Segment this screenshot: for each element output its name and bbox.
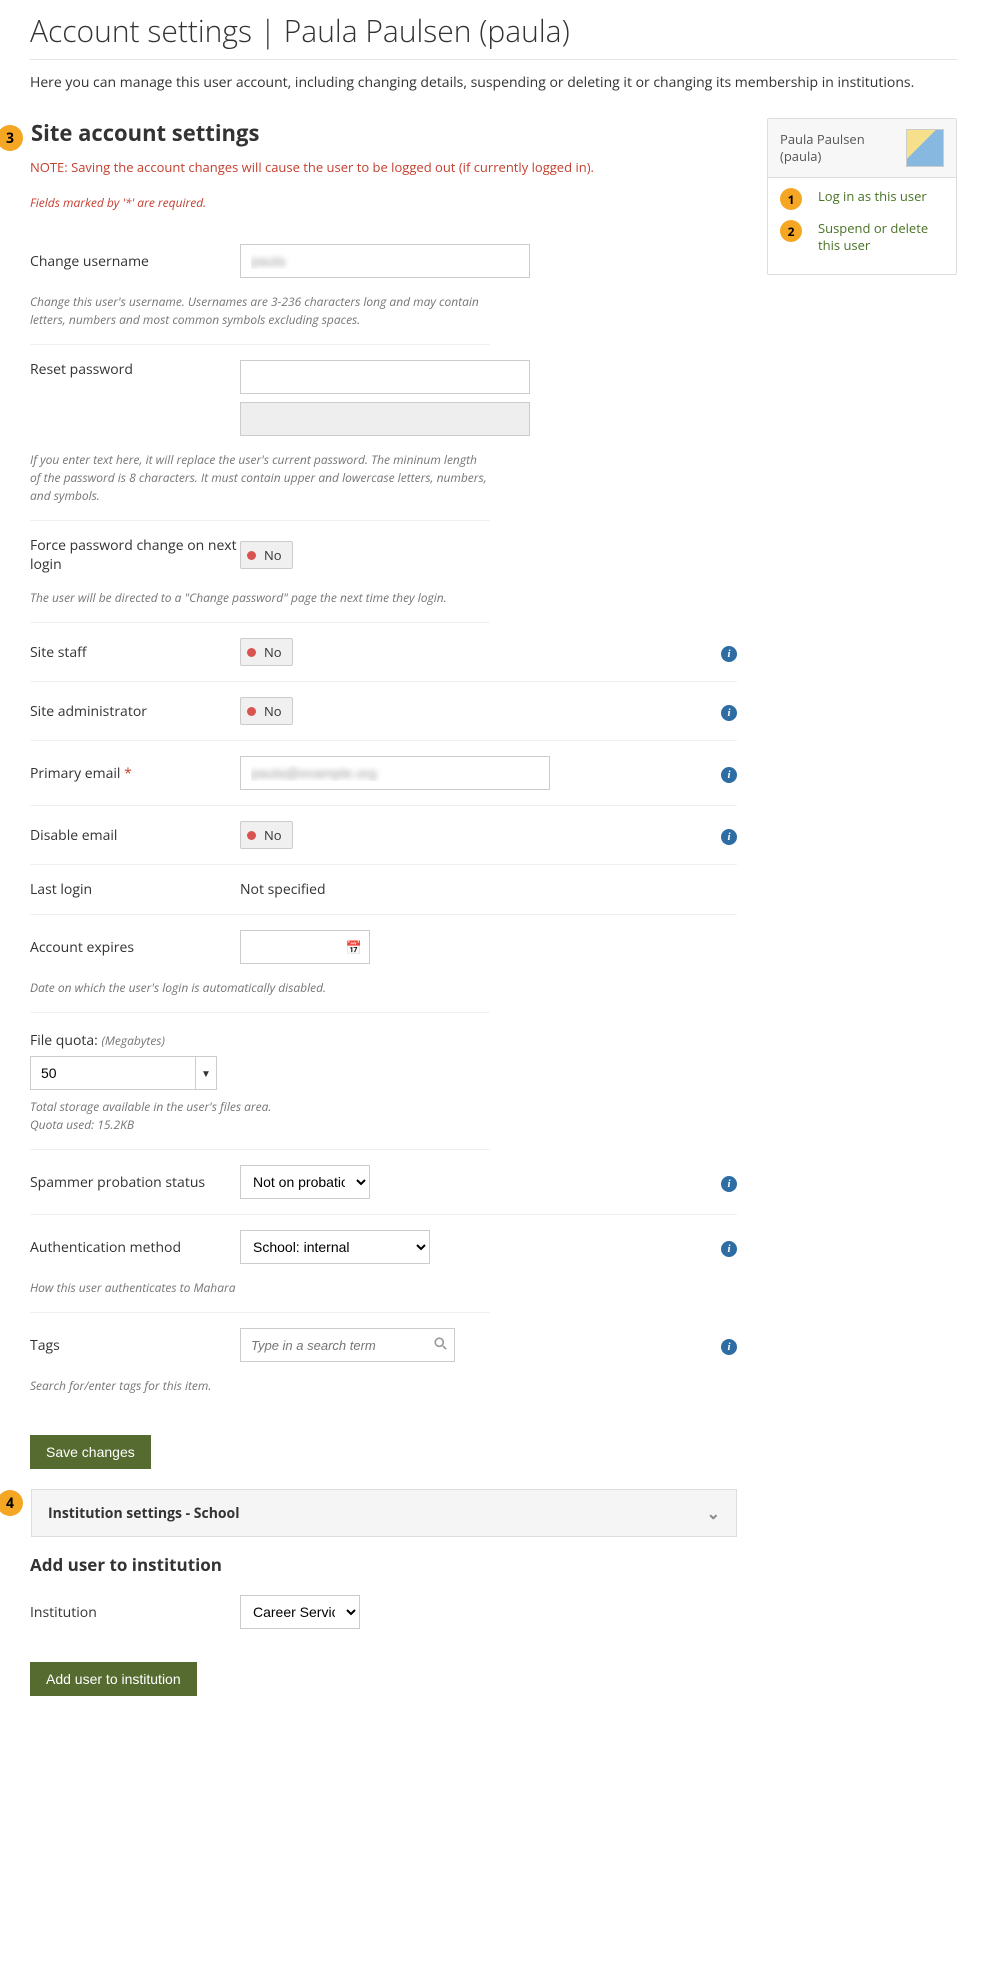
callout-1: 1: [780, 188, 802, 210]
disable-email-label: Disable email: [30, 826, 240, 845]
calendar-icon[interactable]: 📅: [346, 938, 362, 956]
forcepw-label: Force password change on next login: [30, 536, 240, 574]
disable-email-toggle[interactable]: No: [240, 821, 293, 849]
quota-unit: (Megabytes): [101, 1032, 164, 1049]
tags-input[interactable]: [240, 1328, 455, 1362]
username-input[interactable]: [240, 244, 530, 278]
info-icon[interactable]: i: [721, 1176, 737, 1192]
email-label: Primary email *: [30, 764, 240, 783]
tags-help: Search for/enter tags for this item.: [30, 1377, 490, 1410]
search-icon: [434, 1336, 447, 1354]
lastlogin-value: Not specified: [240, 880, 326, 899]
quota-label: File quota:: [30, 1031, 98, 1050]
quota-input[interactable]: [30, 1056, 195, 1090]
info-icon[interactable]: i: [721, 829, 737, 845]
authmethod-help: How this user authenticates to Mahara: [30, 1279, 490, 1313]
info-icon[interactable]: i: [721, 705, 737, 721]
institution-panel-title: Institution settings - School: [48, 1504, 240, 1523]
quota-dropdown[interactable]: ▼: [195, 1056, 217, 1090]
callout-3: 3: [0, 125, 23, 151]
user-card: Paula Paulsen (paula) 1 Log in as this u…: [767, 118, 957, 275]
resetpw-help: If you enter text here, it will replace …: [30, 451, 490, 521]
resetpw-label: Reset password: [30, 360, 240, 379]
info-icon[interactable]: i: [721, 646, 737, 662]
logout-note: NOTE: Saving the account changes will ca…: [30, 158, 737, 176]
forcepw-toggle[interactable]: No: [240, 541, 293, 569]
section-heading: Site account settings: [31, 118, 259, 148]
avatar: [906, 129, 944, 167]
staff-toggle[interactable]: No: [240, 638, 293, 666]
authmethod-select[interactable]: School: internal: [240, 1230, 430, 1264]
username-label: Change username: [30, 252, 240, 271]
resetpw-confirm-input[interactable]: [240, 402, 530, 436]
institution-panel-header[interactable]: Institution settings - School ⌄: [31, 1489, 737, 1537]
info-icon[interactable]: i: [721, 1339, 737, 1355]
staff-label: Site staff: [30, 643, 240, 662]
login-as-link[interactable]: Log in as this user: [818, 188, 927, 205]
quota-help: Total storage available in the user's fi…: [30, 1098, 490, 1150]
institution-select[interactable]: Career Service: [240, 1595, 360, 1629]
authmethod-label: Authentication method: [30, 1238, 240, 1257]
expires-help: Date on which the user's login is automa…: [30, 979, 490, 1013]
resetpw-input[interactable]: [240, 360, 530, 394]
info-icon[interactable]: i: [721, 767, 737, 783]
admin-toggle[interactable]: No: [240, 697, 293, 725]
admin-label: Site administrator: [30, 702, 240, 721]
add-user-heading: Add user to institution: [30, 1553, 737, 1576]
add-institution-button[interactable]: Add user to institution: [30, 1662, 197, 1696]
expires-label: Account expires: [30, 938, 240, 957]
chevron-down-icon: ⌄: [707, 1502, 720, 1524]
email-input[interactable]: [240, 756, 550, 790]
info-icon[interactable]: i: [721, 1241, 737, 1257]
callout-4: 4: [0, 1490, 23, 1516]
username-help: Change this user's username. Usernames a…: [30, 293, 490, 345]
institution-field-label: Institution: [30, 1603, 240, 1622]
page-title: Account settings | Paula Paulsen (paula): [30, 10, 957, 51]
page-intro: Here you can manage this user account, i…: [30, 72, 957, 93]
suspend-delete-link[interactable]: Suspend or delete this user: [818, 220, 944, 254]
user-card-name: Paula Paulsen (paula): [780, 131, 898, 165]
lastlogin-label: Last login: [30, 880, 240, 899]
callout-2: 2: [780, 220, 802, 242]
required-hint: Fields marked by '*' are required.: [30, 194, 737, 211]
forcepw-help: The user will be directed to a "Change p…: [30, 589, 490, 623]
spammer-label: Spammer probation status: [30, 1173, 240, 1192]
tags-label: Tags: [30, 1336, 240, 1355]
save-button[interactable]: Save changes: [30, 1435, 151, 1469]
spammer-select[interactable]: Not on probation: [240, 1165, 370, 1199]
